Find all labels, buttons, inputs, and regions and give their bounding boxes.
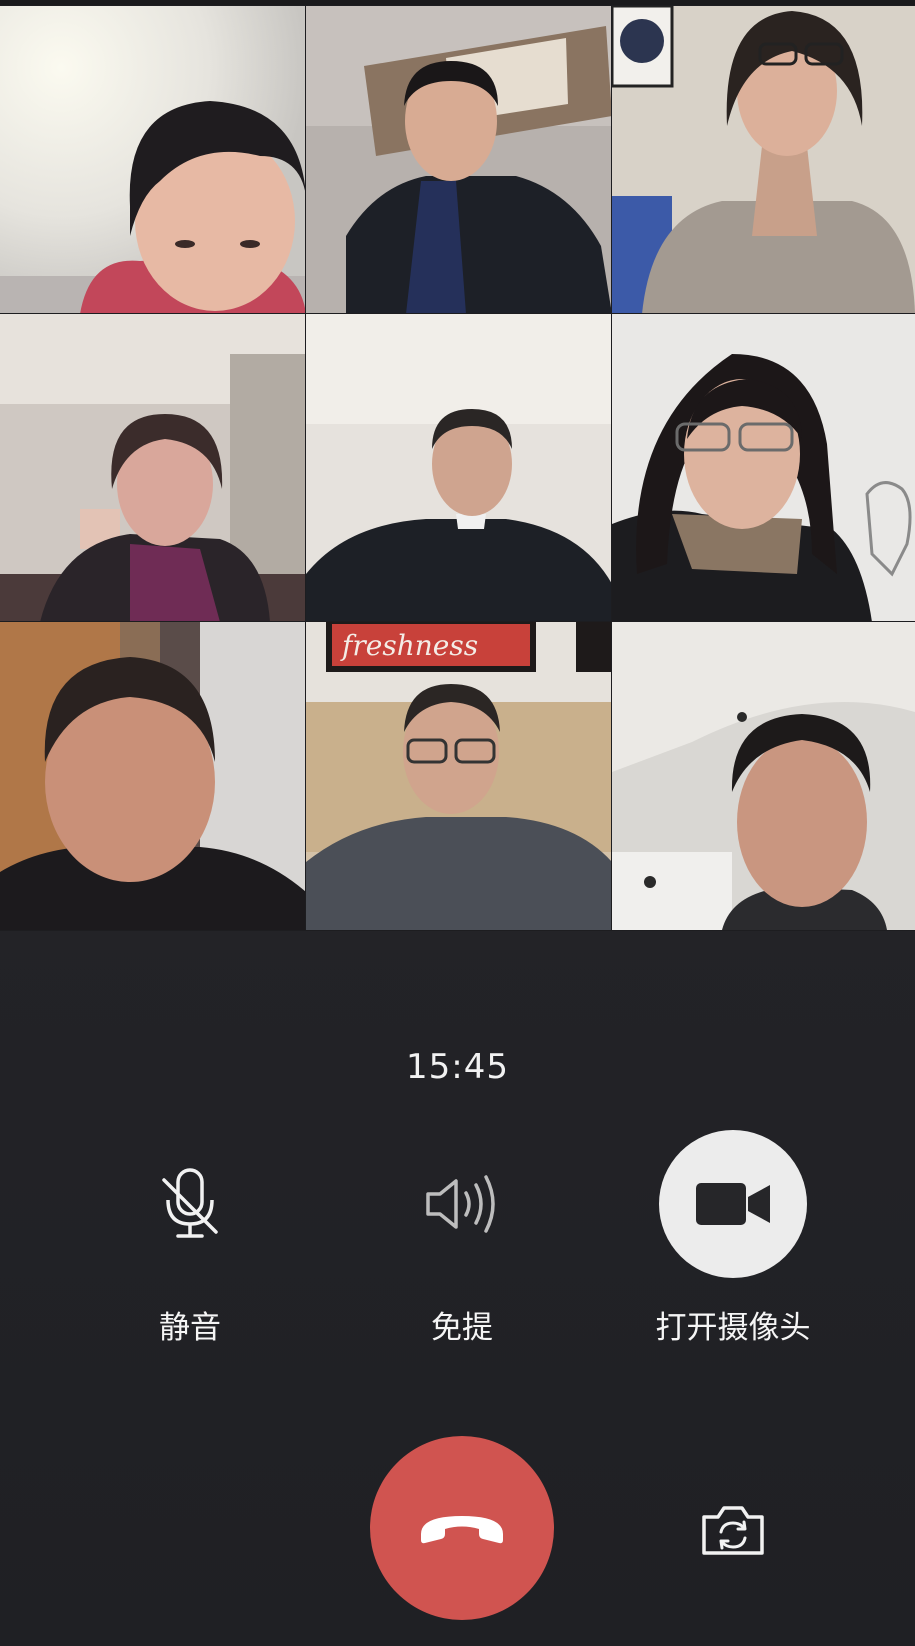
participant-video-tile[interactable] [0, 5, 307, 315]
speaker-button[interactable]: 免提 [362, 1130, 562, 1350]
open-camera-label: 打开摄像头 [655, 1310, 811, 1346]
hangup-button[interactable] [370, 1436, 554, 1620]
participant-video-tile[interactable] [305, 5, 613, 315]
participant-video-tile[interactable] [0, 313, 307, 623]
wall-sign-text: freshness [340, 629, 478, 662]
participant-video-feed [0, 622, 306, 930]
participant-video-tile[interactable] [611, 5, 915, 315]
microphone-off-icon [116, 1130, 264, 1278]
switch-camera-button[interactable] [696, 1500, 770, 1560]
participant-video-tile[interactable] [305, 313, 613, 623]
participant-video-feed: freshness [306, 622, 612, 930]
video-call-screen: freshness 15:45 静音 免提 打开摄像头 [0, 0, 915, 1646]
call-controls-panel: 15:45 静音 免提 打开摄像头 [0, 930, 915, 1646]
participant-video-tile[interactable]: freshness [305, 621, 613, 931]
participant-video-feed [306, 314, 612, 622]
participant-video-tile[interactable] [611, 621, 915, 931]
participant-video-feed [306, 6, 612, 314]
speaker-label: 免提 [431, 1310, 493, 1346]
participant-video-feed [0, 6, 306, 314]
phone-hangup-icon [421, 1516, 503, 1544]
video-camera-icon [659, 1130, 807, 1278]
open-camera-button[interactable]: 打开摄像头 [633, 1130, 833, 1350]
participant-video-tile[interactable] [0, 621, 307, 931]
mute-label: 静音 [159, 1310, 221, 1346]
participant-video-feed [0, 314, 306, 622]
participant-video-tile[interactable] [611, 313, 915, 623]
speaker-icon [388, 1130, 536, 1278]
mute-button[interactable]: 静音 [90, 1130, 290, 1350]
participant-video-feed [612, 6, 915, 314]
participant-video-feed [612, 622, 915, 930]
call-duration-timer: 15:45 [406, 1047, 509, 1087]
participant-video-feed [612, 314, 915, 622]
camera-button-wrap [659, 1130, 807, 1278]
camera-switch-icon [702, 1506, 764, 1555]
participant-video-grid: freshness [0, 5, 915, 931]
